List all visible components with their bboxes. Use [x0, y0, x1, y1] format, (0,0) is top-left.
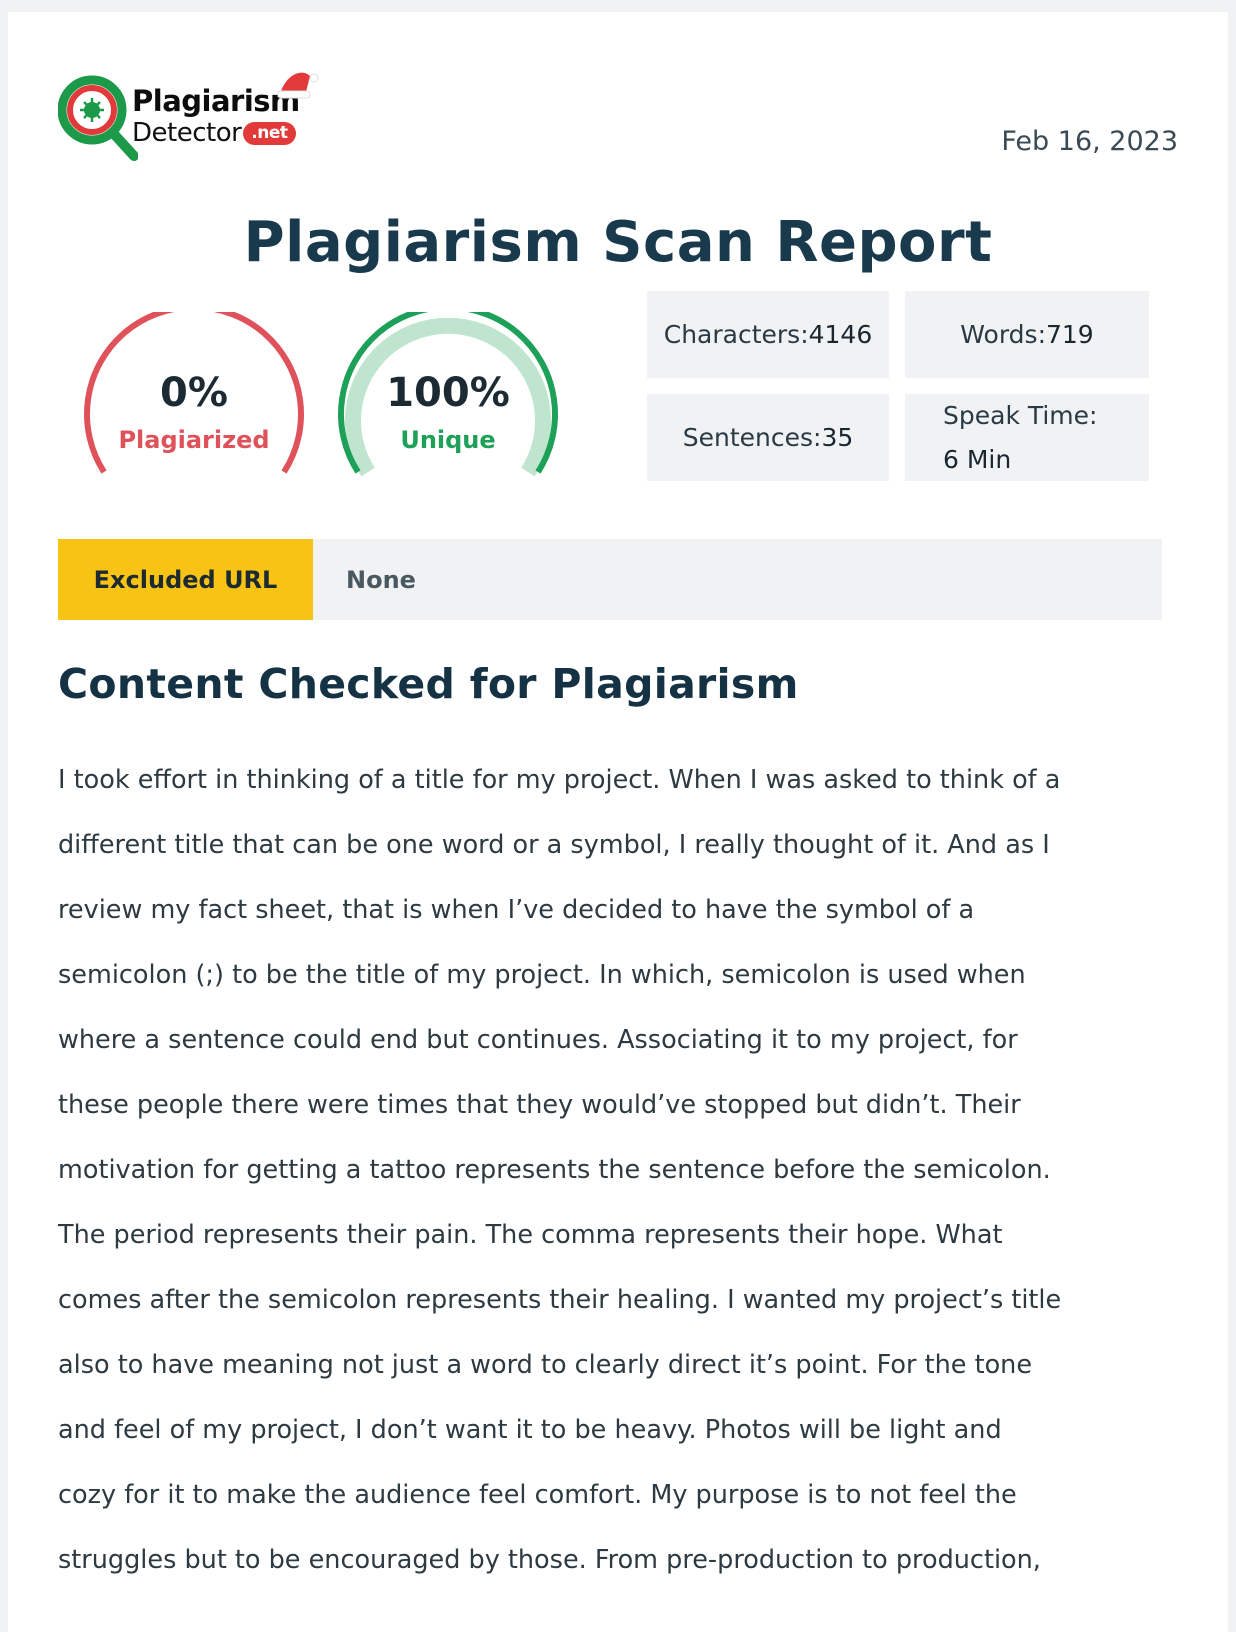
- sentences-label: Sentences:: [682, 423, 822, 452]
- magnifier-logo-icon: [58, 75, 138, 161]
- excluded-url-label: Excluded URL: [58, 539, 313, 620]
- content-line: I took effort in thinking of a title for…: [58, 765, 1061, 795]
- content-line: review my fact sheet, that is when I’ve …: [58, 895, 975, 925]
- characters-label: Characters:: [663, 320, 809, 349]
- santa-hat-icon: [277, 72, 319, 99]
- content-line: cozy for it to make the audience feel co…: [58, 1480, 1017, 1510]
- speak-time-label: Speak Time:: [943, 400, 1098, 430]
- logo-net-badge: .net: [243, 122, 296, 145]
- content-line: also to have meaning not just a word to …: [58, 1350, 1033, 1380]
- speak-time-value: 6 Min: [943, 444, 1012, 474]
- excluded-url-value: None: [346, 565, 416, 594]
- content-line: comes after the semicolon represents the…: [58, 1285, 1062, 1315]
- characters-value: 4146: [808, 320, 873, 349]
- content-heading: Content Checked for Plagiarism: [58, 660, 799, 708]
- logo-wordmark-line2: Detector .net: [132, 118, 296, 148]
- logo-detector-text: Detector: [132, 118, 242, 148]
- sentences-stat: Sentences: 35: [647, 394, 889, 481]
- report-date: Feb 16, 2023: [1001, 126, 1178, 157]
- content-line: motivation for getting a tattoo represen…: [58, 1155, 1051, 1185]
- speak-time-stat: Speak Time: 6 Min: [905, 394, 1149, 481]
- content-line: and feel of my project, I don’t want it …: [58, 1415, 1002, 1445]
- unique-gauge: 100% Unique: [332, 312, 564, 492]
- words-value: 719: [1046, 320, 1094, 349]
- logo-wordmark-line1: Plagiarism: [132, 84, 300, 118]
- words-label: Words:: [960, 320, 1046, 349]
- content-line: where a sentence could end but continues…: [58, 1025, 1018, 1055]
- sentences-value: 35: [821, 423, 854, 452]
- site-logo[interactable]: Plagiarism Detector .net: [58, 62, 328, 172]
- checked-content: I took effort in thinking of a title for…: [58, 748, 1170, 1593]
- plagiarized-gauge: 0% Plagiarized: [78, 312, 310, 492]
- content-line: The period represents their pain. The co…: [58, 1220, 1003, 1250]
- content-line: these people there were times that they …: [58, 1090, 1021, 1120]
- content-line: different title that can be one word or …: [58, 830, 1050, 860]
- words-stat: Words: 719: [905, 291, 1149, 378]
- excluded-url-bar: Excluded URL None: [58, 539, 1162, 620]
- plagiarized-label: Plagiarized: [118, 426, 270, 454]
- plagiarized-percent: 0%: [160, 370, 228, 416]
- content-line: struggles but to be encouraged by those.…: [58, 1545, 1041, 1575]
- content-line: semicolon (;) to be the title of my proj…: [58, 960, 1026, 990]
- unique-percent: 100%: [386, 370, 510, 416]
- page-title: Plagiarism Scan Report: [243, 210, 993, 275]
- report-page: Plagiarism Detector .net Feb 16, 2023 Pla…: [8, 12, 1228, 1632]
- unique-label: Unique: [400, 426, 496, 454]
- characters-stat: Characters: 4146: [647, 291, 889, 378]
